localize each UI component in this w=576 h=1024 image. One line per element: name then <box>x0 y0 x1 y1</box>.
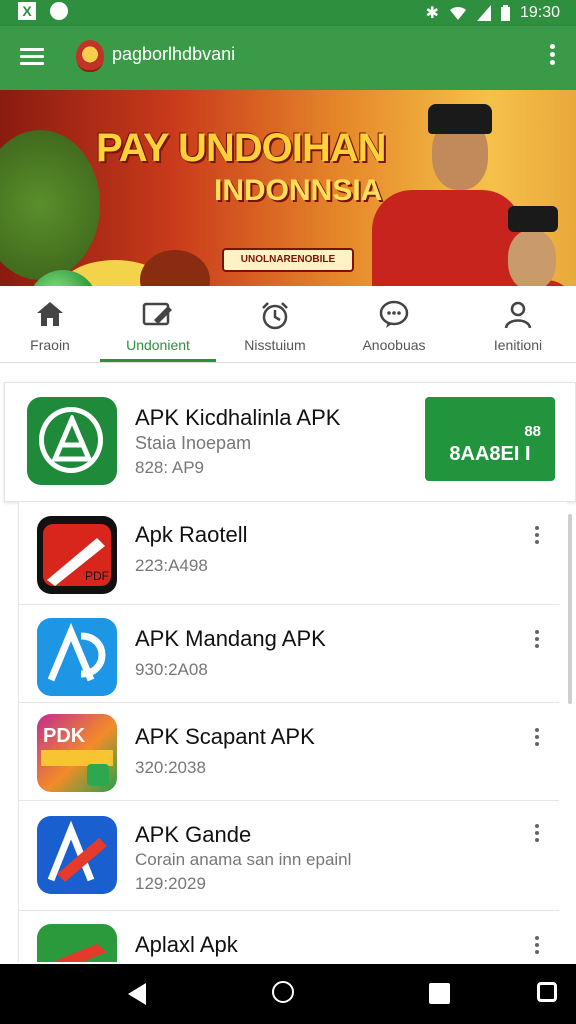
active-tab-indicator <box>100 359 216 362</box>
app-description: Corain anama san inn epainl <box>135 850 352 869</box>
banner-headline: PAY UNDOIHAN <box>96 126 387 170</box>
featured-app-title: APK Kicdhalinla APK <box>135 405 341 430</box>
more-vert-icon[interactable] <box>535 728 541 749</box>
promo-banner[interactable]: PAY UNDOIHAN INDONNSIA UNOLNARENOBILE <box>0 90 576 286</box>
tab-anoobuas[interactable]: Anoobuas <box>334 286 454 362</box>
menu-icon[interactable] <box>20 44 44 68</box>
app-bar: pagborlhdbvani <box>0 26 576 90</box>
tab-label: Nisstuium <box>244 337 306 353</box>
person2-cap <box>508 206 558 232</box>
tab-bar: Fraoin Undonient Nisstuium Anoobuas Ieni… <box>0 286 576 363</box>
notification-icon <box>50 2 68 20</box>
home-icon <box>37 302 63 326</box>
bluetooth-icon: ✱ <box>425 5 439 22</box>
more-vert-icon[interactable] <box>550 44 556 68</box>
chat-icon <box>379 300 409 328</box>
signal-icon <box>476 5 491 21</box>
tab-label: Fraoin <box>30 337 70 353</box>
app-name: Apk Raotell <box>135 522 248 547</box>
app-meta: 930:2A08 <box>135 660 208 679</box>
featured-app-subtitle: Staia Inoepam <box>135 433 252 453</box>
list-item[interactable]: PDF Apk Raotell 223:A498 <box>19 502 559 605</box>
blue-app-icon <box>37 618 117 696</box>
home-button-icon[interactable] <box>272 981 294 1003</box>
tab-label: Ienitioni <box>493 337 543 353</box>
tab-label: Anoobuas <box>362 337 426 353</box>
tab-ienitioni[interactable]: Ienitioni <box>462 286 574 362</box>
app-list: PDF Apk Raotell 223:A498 APK Mandang APK… <box>18 502 567 962</box>
battery-icon <box>500 5 510 21</box>
red-app-icon: PDF <box>37 516 117 594</box>
green-red-app-icon <box>37 924 117 962</box>
app-meta: 320:2038 <box>135 758 206 777</box>
app-name: APK Mandang APK <box>135 626 326 651</box>
install-button[interactable]: 88 8AA8EI I <box>425 397 555 481</box>
app-name: APK Gande <box>135 822 252 847</box>
tab-nisstuium[interactable]: Nisstuium <box>216 286 334 362</box>
app-meta: 129:2029 <box>135 874 206 893</box>
featured-app-meta: 828: AP9 <box>135 458 205 477</box>
more-vert-icon[interactable] <box>535 630 541 651</box>
status-bar: X ✱ 19:30 <box>0 0 576 26</box>
edit-icon <box>142 302 172 326</box>
person-cap <box>428 104 492 134</box>
list-item[interactable]: Aplaxl Apk <box>19 910 559 962</box>
banner-badge: UNOLNARENOBILE <box>222 248 354 272</box>
tab-label: Undonient <box>126 337 190 353</box>
blue-pencil-app-icon <box>37 816 117 894</box>
list-item[interactable]: APK Gande Corain anama san inn epainl 12… <box>19 800 559 911</box>
system-nav-bar <box>0 964 576 1024</box>
recents-icon[interactable] <box>429 983 450 1004</box>
more-vert-icon[interactable] <box>535 526 541 547</box>
list-item[interactable]: APK Mandang APK 930:2A08 <box>19 604 559 703</box>
timer-icon <box>262 302 288 330</box>
featured-app-icon <box>27 397 117 485</box>
app-name: APK Scapant APK <box>135 724 315 749</box>
person2-face <box>508 230 556 286</box>
tab-home[interactable]: Fraoin <box>0 286 100 362</box>
person-icon <box>504 301 532 329</box>
bowl-illustration <box>140 250 210 286</box>
wifi-icon <box>449 6 466 20</box>
install-button-label: 8AA8EI I <box>449 443 531 465</box>
app-icon-text: PDF <box>85 569 109 583</box>
scrollbar[interactable] <box>568 514 572 704</box>
more-vert-icon[interactable] <box>535 824 541 845</box>
status-time: 19:30 <box>519 4 560 21</box>
x-app-icon: X <box>18 2 36 20</box>
more-vert-icon[interactable] <box>535 936 541 957</box>
back-icon[interactable] <box>128 983 146 1005</box>
app-title: pagborlhdbvani <box>112 44 236 64</box>
install-button-badge: 88 <box>524 423 541 440</box>
tab-undonient[interactable]: Undonient <box>100 286 216 362</box>
person-illustration <box>372 190 522 286</box>
list-item[interactable]: PDK APK Scapant APK 320:2038 <box>19 702 559 801</box>
app-icon-text: PDK <box>43 725 86 747</box>
banner-subheadline: INDONNSIA <box>214 174 383 207</box>
app-logo <box>76 40 104 72</box>
app-name: Aplaxl Apk <box>135 932 238 957</box>
colorful-app-icon: PDK <box>37 714 117 792</box>
featured-app-card[interactable]: APK Kicdhalinla APK Staia Inoepam 828: A… <box>4 382 576 502</box>
app-meta: 223:A498 <box>135 556 208 575</box>
food-illustration <box>0 130 100 280</box>
screenshot-icon[interactable] <box>537 982 557 1002</box>
